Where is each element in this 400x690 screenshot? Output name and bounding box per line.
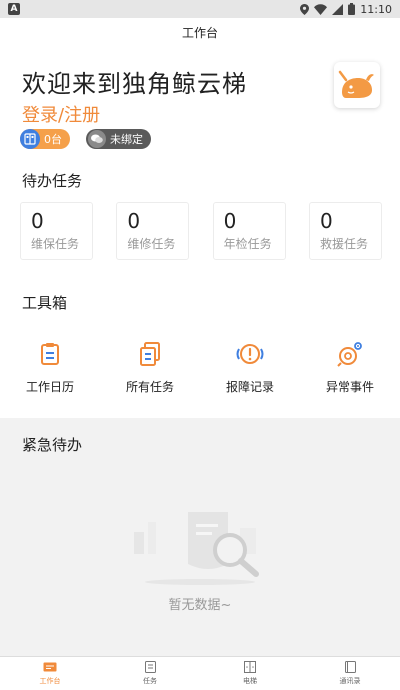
- task-count: 0: [127, 209, 141, 233]
- task-count: 0: [319, 209, 333, 233]
- toolbox-grid: 工作日历 所有任务 报障记录 异常事件: [0, 340, 400, 395]
- tab-contacts[interactable]: 通讯录: [300, 657, 400, 690]
- notification-icon: A: [8, 3, 20, 15]
- task-cards: 0 维保任务 0 维修任务 0 年检任务 0 救援任务: [20, 202, 382, 260]
- clock: 11:10: [360, 2, 392, 16]
- task-label: 救援任务: [319, 237, 368, 251]
- tab-label: 工作台: [39, 677, 61, 685]
- battery-icon: [348, 3, 356, 15]
- tool-label: 异常事件: [325, 380, 374, 394]
- task-count: 0: [223, 209, 237, 233]
- bottom-tab-bar: 工作台 任务 电梯 通讯录: [0, 656, 400, 690]
- tool-label: 所有任务: [125, 380, 174, 394]
- empty-state-illustration: [130, 508, 270, 590]
- urgent-section-title: 紧急待办: [22, 436, 83, 454]
- tasks-section-title: 待办任务: [22, 172, 83, 190]
- tab-label: 电梯: [243, 677, 257, 685]
- calendar-icon: [36, 340, 64, 368]
- task-label: 维保任务: [31, 237, 80, 251]
- wechat-bind-text: 未绑定: [110, 133, 143, 146]
- elevator-badge-icon: [20, 129, 40, 149]
- tab-tasks[interactable]: 任务: [100, 657, 200, 690]
- location-icon: [300, 3, 310, 15]
- wifi-icon: [314, 3, 328, 15]
- abnormal-icon: [336, 340, 364, 368]
- elevator-count-badge[interactable]: 0台: [20, 129, 70, 149]
- tool-label: 报障记录: [225, 380, 274, 394]
- welcome-text: 欢迎来到独角鲸云梯: [22, 70, 247, 98]
- task-count: 0: [31, 209, 44, 233]
- urgent-todo-section: 紧急待办 暂无数据~: [0, 418, 400, 658]
- narwhal-logo-icon: [338, 70, 374, 98]
- signal-icon: [332, 3, 344, 15]
- toolbox-section-title: 工具箱: [22, 294, 68, 312]
- elevator-icon: [243, 661, 257, 673]
- welcome-header: 欢迎来到独角鲸云梯 登录/注册 0台 未绑定: [0, 46, 400, 162]
- narwhal-logo: [334, 62, 380, 108]
- annual-inspection-task-card[interactable]: 0 年检任务: [212, 202, 286, 260]
- tasks-icon: [136, 340, 164, 368]
- task-label: 维修任务: [127, 237, 176, 251]
- tab-label: 通讯录: [339, 677, 361, 685]
- tab-workbench[interactable]: 工作台: [0, 657, 100, 690]
- tab-elevator[interactable]: 电梯: [200, 657, 300, 690]
- all-tasks-tool[interactable]: 所有任务: [100, 340, 200, 395]
- empty-state-text: 暂无数据~: [168, 598, 232, 613]
- page-title: 工作台: [181, 25, 218, 40]
- rescue-task-card[interactable]: 0 救援任务: [308, 202, 382, 260]
- wechat-icon: [88, 130, 106, 148]
- repair-task-card[interactable]: 0 维修任务: [116, 202, 190, 260]
- workbench-icon: [43, 661, 57, 673]
- work-calendar-tool[interactable]: 工作日历: [0, 340, 100, 395]
- login-register-link[interactable]: 登录/注册: [22, 101, 100, 127]
- task-label: 年检任务: [223, 237, 272, 251]
- task-tab-icon: [143, 661, 157, 673]
- app-bar: 工作台: [0, 18, 400, 46]
- contacts-icon: [343, 661, 357, 673]
- abnormal-events-tool[interactable]: 异常事件: [300, 340, 400, 395]
- fault-report-tool[interactable]: 报障记录: [200, 340, 300, 395]
- wechat-bind-badge[interactable]: 未绑定: [86, 129, 151, 149]
- alert-icon: [236, 340, 264, 368]
- maintenance-task-card[interactable]: 0 维保任务: [20, 202, 93, 260]
- tab-label: 任务: [143, 677, 157, 685]
- status-bar: A 11:10: [0, 0, 400, 18]
- elevator-count-text: 0台: [44, 133, 62, 146]
- tool-label: 工作日历: [25, 380, 74, 394]
